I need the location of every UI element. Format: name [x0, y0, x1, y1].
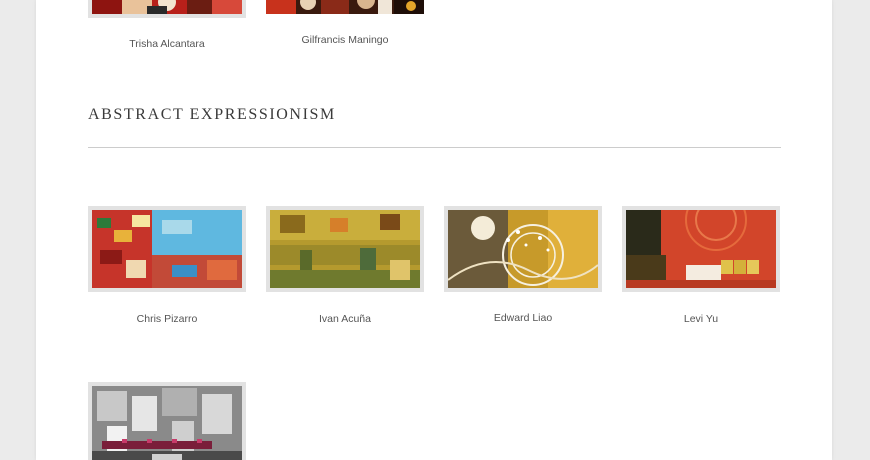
artwork-image	[626, 210, 776, 288]
artwork-image	[92, 386, 242, 460]
artist-name[interactable]: Chris Pizarro	[88, 313, 246, 325]
artwork-thumbnail-levi-yu[interactable]	[622, 206, 780, 292]
artist-name[interactable]: Levi Yu	[622, 313, 780, 325]
artwork-image	[92, 210, 242, 288]
section-heading: ABSTRACT EXPRESSIONISM	[88, 106, 336, 123]
artwork-image	[266, 0, 424, 14]
artwork-thumbnail-gilfrancis-maningo[interactable]	[266, 0, 424, 14]
artwork-thumbnail-edward-liao[interactable]	[444, 206, 602, 292]
artist-name[interactable]: Ivan Acuña	[266, 313, 424, 325]
artist-name[interactable]: Edward Liao	[444, 312, 602, 324]
artist-name[interactable]: Trisha Alcantara	[88, 38, 246, 50]
artwork-image	[448, 210, 598, 288]
artwork-thumbnail-trisha-alcantara[interactable]	[88, 0, 246, 18]
artwork-thumbnail-ivan-acuna[interactable]	[266, 206, 424, 292]
artwork-thumbnail[interactable]	[88, 382, 246, 460]
section-divider	[88, 147, 781, 148]
artwork-image	[92, 0, 242, 14]
artwork-thumbnail-chris-pizarro[interactable]	[88, 206, 246, 292]
artwork-image	[270, 210, 420, 288]
gallery-page: Trisha Alcantara Gilfrancis Maningo ABST…	[36, 0, 832, 460]
artist-name[interactable]: Gilfrancis Maningo	[266, 34, 424, 46]
